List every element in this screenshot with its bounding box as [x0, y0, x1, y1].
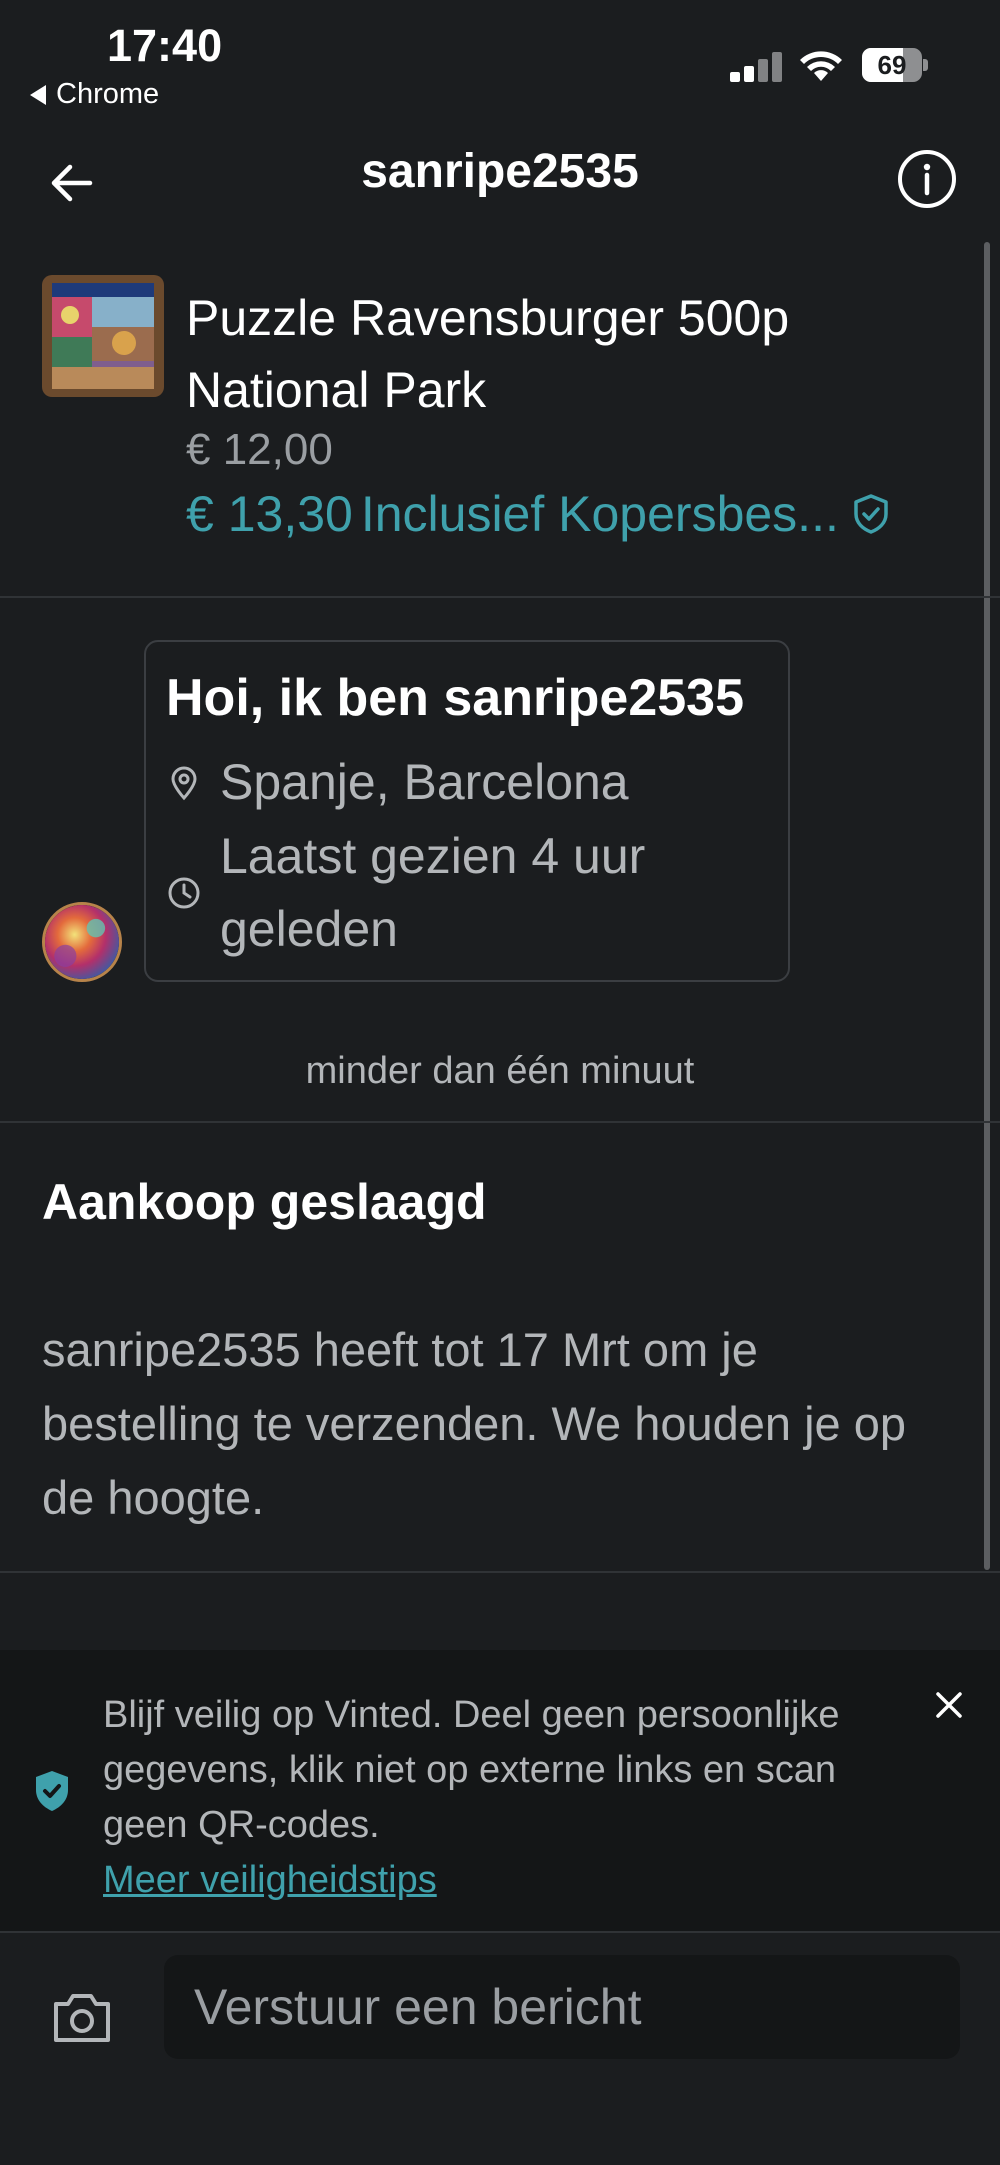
seller-location: Spanje, Barcelona [220, 754, 629, 810]
close-icon[interactable] [932, 1688, 966, 1722]
arrow-left-icon[interactable] [38, 148, 108, 218]
page-title: sanripe2535 [361, 145, 639, 198]
seller-last-seen-row: Laatst gezien 4 uur geleden [166, 820, 766, 966]
map-pin-icon [171, 766, 197, 800]
chat-header: sanripe2535 [0, 120, 1000, 235]
message-timestamp: minder dan één minuut [305, 1050, 695, 1092]
message-input[interactable] [164, 1955, 960, 2059]
battery-indicator: 69 [862, 48, 928, 82]
shield-check-icon [854, 494, 888, 534]
status-bar: 17:40 Chrome 69 [0, 0, 1000, 120]
info-circle-icon[interactable] [895, 147, 959, 211]
seller-intro-card: Hoi, ik ben sanripe2535 Spanje, Barcelon… [144, 640, 790, 982]
seller-last-seen: Laatst gezien 4 uur geleden [220, 828, 646, 957]
shield-check-icon [36, 1771, 68, 1811]
safety-banner: Blijf veilig op Vinted. Deel geen persoo… [0, 1650, 1000, 1931]
purchase-status: Aankoop geslaagd sanripe2535 heeft tot 1… [0, 1121, 1000, 1573]
battery-level: 69 [877, 50, 907, 80]
total-price: € 13,30 [186, 486, 353, 542]
item-price: € 12,00 [186, 425, 333, 474]
back-triangle-icon [30, 84, 46, 105]
buyer-protection-label: Inclusief Kopersbes... [360, 486, 839, 542]
purchase-title: Aankoop geslaagd [42, 1174, 487, 1230]
item-thumbnail[interactable] [42, 275, 164, 397]
wifi-icon [800, 51, 842, 81]
item-title[interactable]: Puzzle Ravensburger 500p National Park [186, 282, 966, 426]
safety-tips-link[interactable]: Meer veiligheidstips [103, 1853, 437, 1908]
item-summary[interactable]: Puzzle Ravensburger 500p National Park €… [0, 240, 1000, 598]
seller-location-row: Spanje, Barcelona [166, 746, 629, 819]
clock-icon [168, 877, 200, 909]
camera-icon[interactable] [50, 1988, 114, 2046]
status-time: 17:40 [107, 20, 223, 71]
back-app-label: Chrome [56, 78, 160, 110]
purchase-message: sanripe2535 heeft tot 17 Mrt om je beste… [42, 1323, 907, 1524]
avatar[interactable] [42, 902, 122, 982]
safety-message: Blijf veilig op Vinted. Deel geen persoo… [103, 1694, 840, 1846]
back-to-app-link[interactable]: Chrome [30, 78, 159, 111]
message-composer [0, 1931, 1000, 2165]
buyer-protection-price[interactable]: € 13,30 Inclusief Kopersbes... [186, 485, 976, 543]
cellular-signal-icon [730, 50, 782, 82]
seller-greeting: Hoi, ik ben sanripe2535 [166, 669, 745, 727]
